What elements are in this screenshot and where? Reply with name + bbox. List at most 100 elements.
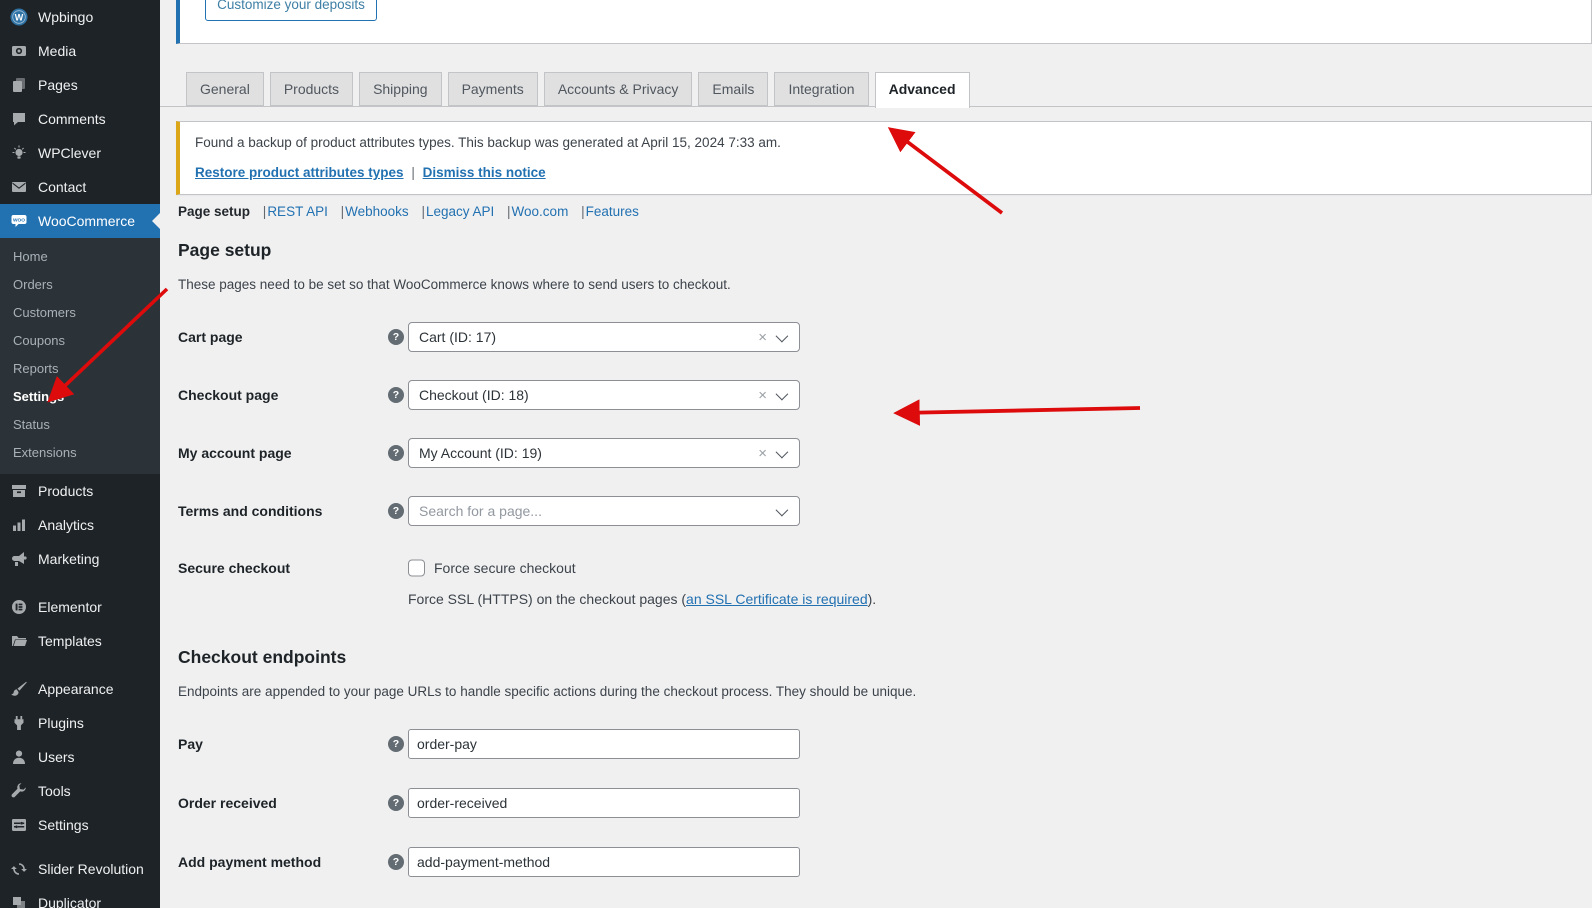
submenu-item-status[interactable]: Status (0, 411, 160, 439)
clear-selection-icon[interactable]: × (754, 388, 776, 403)
subnav-link-rest-api[interactable]: REST API (267, 204, 328, 219)
terms-conditions-placeholder: Search for a page... (409, 503, 776, 519)
sidebar-item-users-label: Users (38, 749, 75, 765)
sidebar-item-woocommerce[interactable]: WOO WooCommerce (0, 204, 160, 238)
submenu-item-customers[interactable]: Customers (0, 299, 160, 327)
folder-icon (9, 633, 29, 649)
sidebar-item-products[interactable]: Products (0, 474, 160, 508)
tab-general[interactable]: General (186, 72, 264, 106)
svg-text:WOO: WOO (13, 218, 25, 224)
pay-endpoint-input[interactable] (408, 729, 800, 759)
cart-page-select[interactable]: Cart (ID: 17) × (408, 322, 800, 352)
checkout-page-select[interactable]: Checkout (ID: 18) × (408, 380, 800, 410)
site-logo-icon: W (9, 9, 29, 25)
clear-selection-icon[interactable]: × (754, 330, 776, 345)
sidebar-item-elementor-label: Elementor (38, 599, 102, 615)
cart-page-label: Cart page (178, 329, 243, 345)
pay-label: Pay (178, 736, 203, 752)
media-icon (9, 43, 29, 59)
admin-sidebar: W Wpbingo Media Pages Comments WPClever … (0, 0, 160, 908)
sidebar-item-templates[interactable]: Templates (0, 624, 160, 658)
sidebar-item-analytics[interactable]: Analytics (0, 508, 160, 542)
bar-chart-icon (9, 517, 29, 533)
sidebar-item-settings-label: Settings (38, 817, 89, 833)
help-icon[interactable]: ? (388, 387, 404, 403)
subnav-link-webhooks[interactable]: Webhooks (345, 204, 409, 219)
sidebar-item-contact-label: Contact (38, 179, 86, 195)
submenu-item-home[interactable]: Home (0, 243, 160, 271)
sidebar-item-plugins[interactable]: Plugins (0, 706, 160, 740)
settings-panel-icon (9, 817, 29, 833)
tab-shipping[interactable]: Shipping (359, 72, 442, 106)
dismiss-notice-link[interactable]: Dismiss this notice (423, 165, 546, 180)
sidebar-item-comments[interactable]: Comments (0, 102, 160, 136)
paintbrush-icon (9, 681, 29, 697)
sidebar-item-duplicator[interactable]: Duplicator (0, 886, 160, 908)
order-received-label: Order received (178, 795, 277, 811)
add-payment-method-endpoint-input[interactable] (408, 847, 800, 877)
subnav-current-page-setup: Page setup (178, 204, 250, 219)
submenu-item-orders[interactable]: Orders (0, 271, 160, 299)
wrench-icon (9, 783, 29, 799)
sidebar-item-wpclever[interactable]: WPClever (0, 136, 160, 170)
help-icon[interactable]: ? (388, 445, 404, 461)
customize-deposits-button[interactable]: Customize your deposits (205, 0, 377, 21)
my-account-page-select-value: My Account (ID: 19) (409, 445, 754, 461)
order-received-endpoint-input[interactable] (408, 788, 800, 818)
sidebar-item-users[interactable]: Users (0, 740, 160, 774)
tab-payments[interactable]: Payments (448, 72, 538, 106)
sidebar-item-media[interactable]: Media (0, 34, 160, 68)
secure-checkout-row: Secure checkout Force secure checkout (160, 553, 860, 583)
force-secure-checkout-checkbox[interactable] (408, 560, 425, 577)
woocommerce-icon: WOO (9, 213, 29, 229)
comments-icon (9, 111, 29, 127)
sidebar-item-slider-revolution-label: Slider Revolution (38, 861, 144, 877)
clear-selection-icon[interactable]: × (754, 446, 776, 461)
tab-advanced[interactable]: Advanced (875, 72, 970, 108)
sidebar-item-slider-revolution[interactable]: Slider Revolution (0, 852, 160, 886)
subnav-link-woo-com[interactable]: Woo.com (512, 204, 569, 219)
add-payment-method-endpoint-row: Add payment method ? (160, 847, 860, 877)
help-icon[interactable]: ? (388, 736, 404, 752)
secure-checkout-label: Secure checkout (178, 560, 290, 576)
subnav-separator: | (263, 204, 267, 219)
terms-conditions-select[interactable]: Search for a page... (408, 496, 800, 526)
chevron-down-icon (776, 387, 789, 400)
envelope-icon (9, 179, 29, 195)
sidebar-item-elementor[interactable]: Elementor (0, 590, 160, 624)
sidebar-item-analytics-label: Analytics (38, 517, 94, 533)
help-icon[interactable]: ? (388, 329, 404, 345)
page-setup-heading: Page setup (178, 240, 271, 261)
tab-emails[interactable]: Emails (698, 72, 768, 106)
subnav-link-legacy-api[interactable]: Legacy API (426, 204, 494, 219)
tab-integration[interactable]: Integration (774, 72, 868, 106)
sidebar-item-marketing[interactable]: Marketing (0, 542, 160, 576)
cart-page-row: Cart page ? Cart (ID: 17) × (160, 322, 860, 352)
help-icon[interactable]: ? (388, 503, 404, 519)
sidebar-item-settings[interactable]: Settings (0, 808, 160, 842)
tab-products[interactable]: Products (270, 72, 353, 106)
tab-accounts-privacy[interactable]: Accounts & Privacy (544, 72, 693, 106)
sidebar-item-appearance[interactable]: Appearance (0, 672, 160, 706)
checkout-page-label: Checkout page (178, 387, 278, 403)
submenu-item-settings[interactable]: Settings (0, 383, 160, 411)
submenu-item-coupons[interactable]: Coupons (0, 327, 160, 355)
help-icon[interactable]: ? (388, 795, 404, 811)
link-separator: | (411, 165, 415, 180)
sidebar-item-site[interactable]: W Wpbingo (0, 0, 160, 34)
duplicator-icon (9, 895, 29, 908)
help-icon[interactable]: ? (388, 854, 404, 870)
ssl-certificate-link[interactable]: an SSL Certificate is required (686, 591, 868, 607)
force-secure-checkout-checkbox-label[interactable]: Force secure checkout (434, 560, 576, 576)
restore-attributes-link[interactable]: Restore product attributes types (195, 165, 404, 180)
checkout-page-select-value: Checkout (ID: 18) (409, 387, 754, 403)
sidebar-item-contact[interactable]: Contact (0, 170, 160, 204)
submenu-item-reports[interactable]: Reports (0, 355, 160, 383)
sidebar-item-tools[interactable]: Tools (0, 774, 160, 808)
subnav-link-features[interactable]: Features (586, 204, 639, 219)
submenu-item-extensions[interactable]: Extensions (0, 439, 160, 467)
page-setup-description: These pages need to be set so that WooCo… (178, 277, 731, 292)
sidebar-item-pages[interactable]: Pages (0, 68, 160, 102)
my-account-page-select[interactable]: My Account (ID: 19) × (408, 438, 800, 468)
ssl-description-suffix: ). (868, 591, 877, 607)
